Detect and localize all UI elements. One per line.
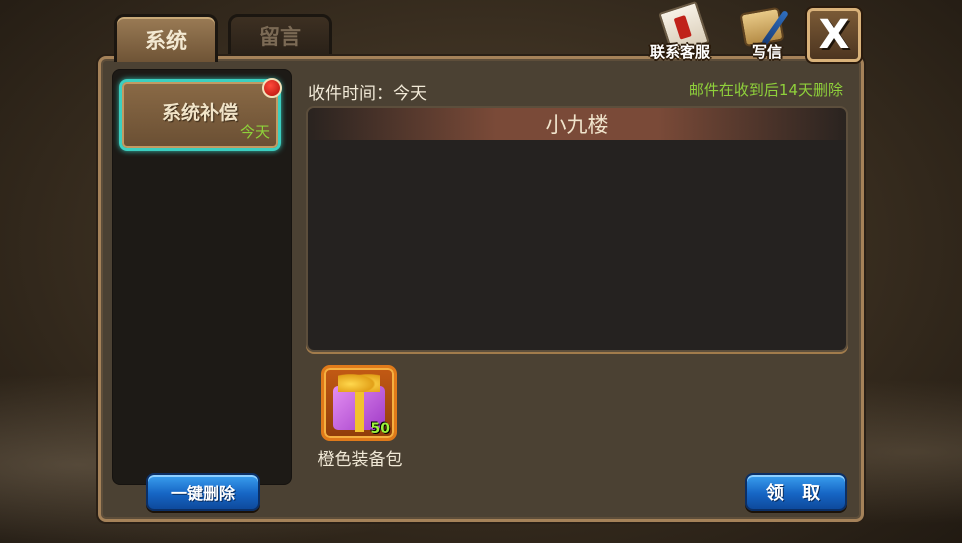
contact-service-label: 联系客服	[649, 43, 710, 61]
mail-sender: 小九楼	[308, 108, 846, 140]
close-button[interactable]: X	[807, 8, 861, 62]
mail-content[interactable]: 小九楼	[306, 106, 848, 352]
deletion-notice: 邮件在收到后14天删除	[688, 81, 843, 99]
mail-list[interactable]: 系统补偿 今天	[112, 69, 292, 485]
write-letter-button[interactable]: 写信	[734, 6, 800, 62]
list-item[interactable]: 系统补偿 今天	[119, 78, 282, 151]
delete-all-button[interactable]: 一键删除	[146, 473, 260, 511]
gift-bow	[338, 372, 380, 392]
unread-dot-icon	[262, 78, 282, 98]
mail-panel: 系统补偿 今天 收件时间：今天 邮件在收到后14天删除 小九楼 50 橙色装备包…	[98, 56, 864, 522]
reward-name: 橙色装备包	[317, 450, 403, 470]
received-time: 收件时间：今天	[308, 84, 427, 104]
reward-count: 50	[370, 421, 390, 437]
mail-item-date: 今天	[239, 123, 270, 141]
write-letter-label: 写信	[751, 43, 782, 61]
tab-messages[interactable]: 留言	[228, 14, 332, 58]
claim-button[interactable]: 领 取	[745, 473, 847, 511]
tab-system[interactable]: 系统	[114, 14, 218, 62]
reward-item-slot[interactable]: 50	[321, 365, 397, 441]
contact-service-button[interactable]: 联系客服	[634, 0, 726, 62]
close-icon: X	[818, 12, 850, 58]
